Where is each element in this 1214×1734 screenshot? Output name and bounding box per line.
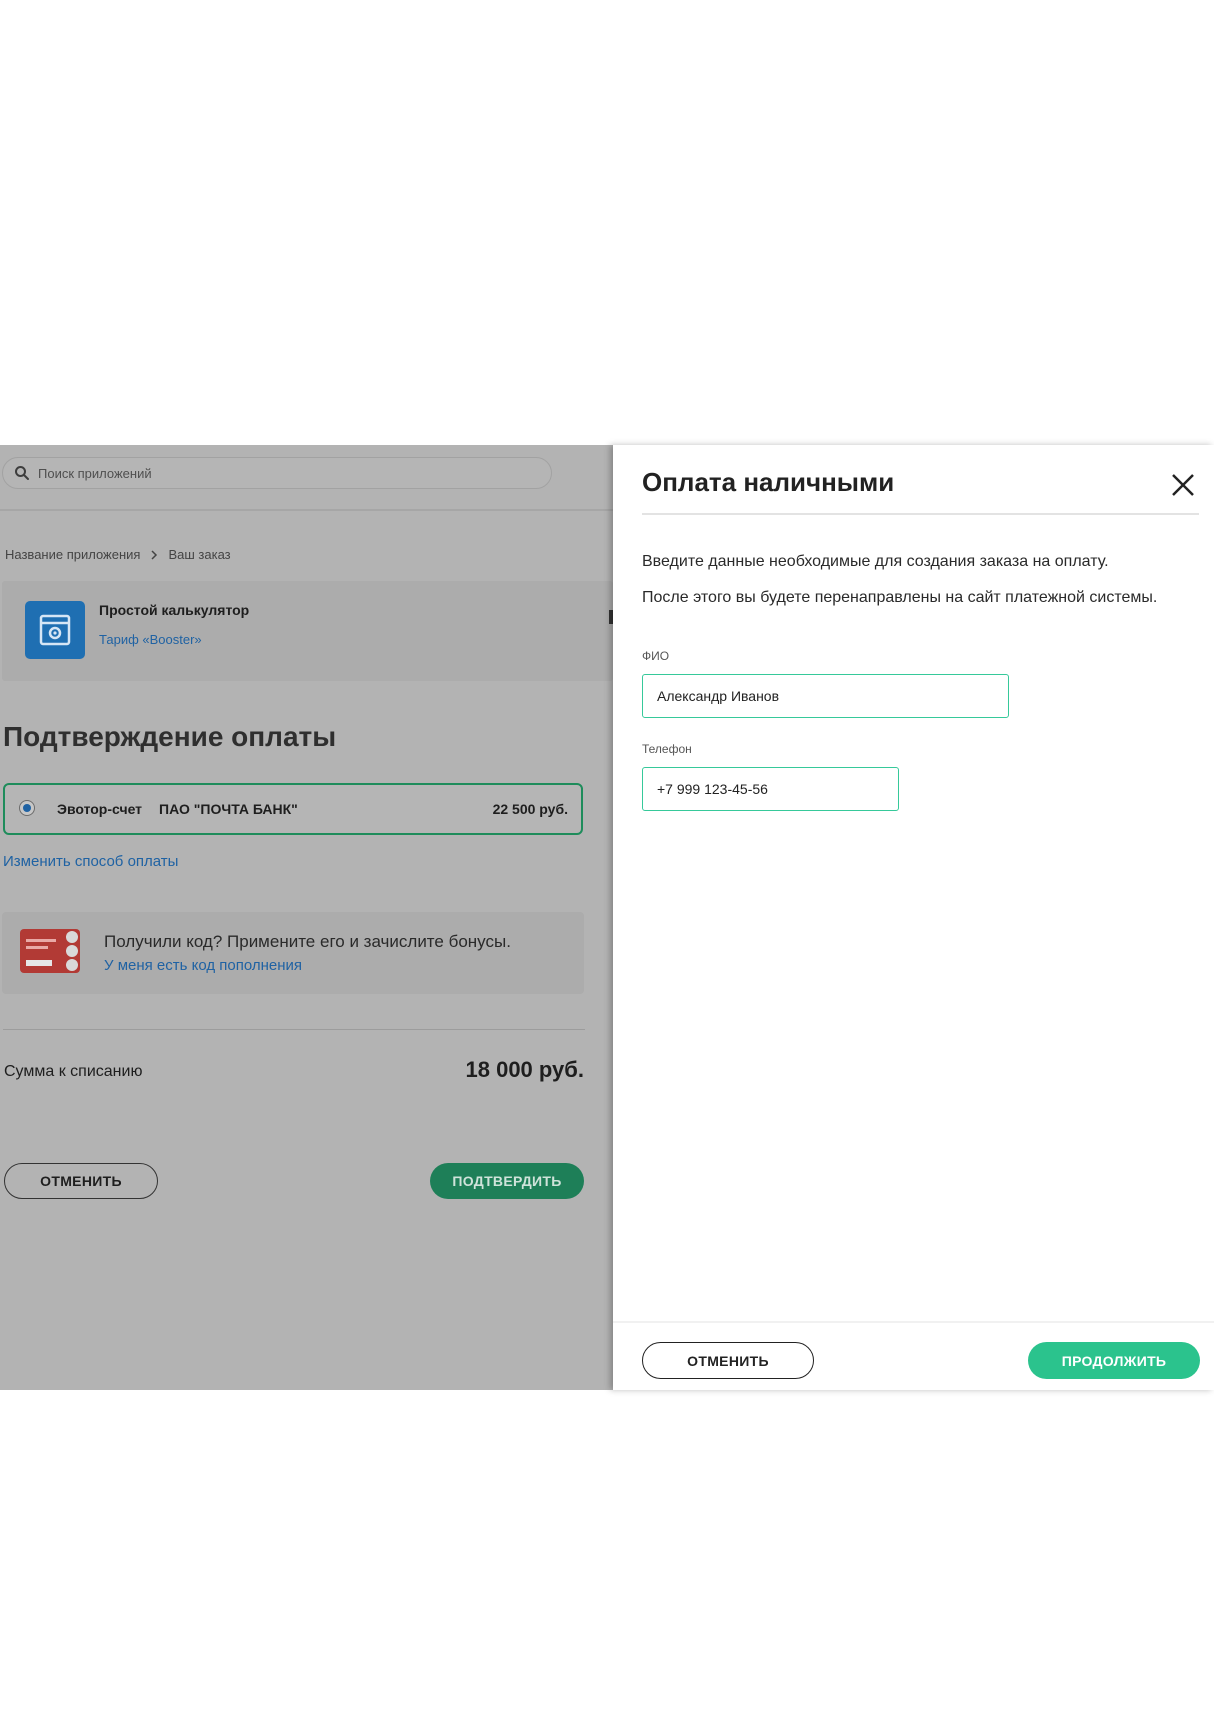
search-icon [15, 466, 29, 480]
breadcrumb-item-order: Ваш заказ [168, 547, 231, 562]
modal-footer-divider [613, 1321, 1214, 1323]
app-card: Простой калькулятор Тариф «Booster» [2, 581, 613, 681]
bonus-code-banner: Получили код? Примените его и зачислите … [2, 912, 584, 994]
payment-method-option[interactable]: Эвотор-счет ПАО "ПОЧТА БАНК" 22 500 руб. [3, 783, 583, 835]
breadcrumb: Название приложения Ваш заказ [5, 547, 231, 562]
bonus-code-link[interactable]: У меня есть код пополнения [104, 957, 302, 974]
payment-method-radio[interactable] [19, 800, 35, 816]
app-name: Простой калькулятор [99, 602, 250, 618]
header-divider [0, 509, 613, 511]
modal-description-2: После этого вы будете перенаправлены на … [642, 589, 1158, 606]
modal-title: Оплата наличными [642, 467, 895, 497]
calculator-app-icon [25, 601, 85, 659]
payment-method-bank: ПАО "ПОЧТА БАНК" [159, 801, 298, 817]
page-title: Подтверждение оплаты [3, 721, 337, 752]
app-tariff-link[interactable]: Тариф «Booster» [99, 632, 202, 647]
close-icon[interactable] [1168, 470, 1198, 500]
gift-card-icon [20, 929, 80, 973]
search-placeholder: Поиск приложений [38, 465, 152, 481]
change-payment-method-link[interactable]: Изменить способ оплаты [3, 853, 178, 870]
phone-field[interactable] [642, 767, 899, 811]
continue-button[interactable]: ПРОДОЛЖИТЬ [1028, 1342, 1200, 1379]
sum-label: Сумма к списанию [4, 1063, 143, 1080]
payment-method-price: 22 500 руб. [492, 801, 568, 817]
phone-label: Телефон [642, 742, 692, 756]
breadcrumb-item-app[interactable]: Название приложения [5, 547, 140, 562]
background-page-overlay: Поиск приложений Название приложения Ваш… [0, 445, 613, 1390]
modal-cancel-button[interactable]: ОТМЕНИТЬ [642, 1342, 814, 1379]
sum-value: 18 000 руб. [465, 1057, 585, 1082]
fio-field[interactable] [642, 674, 1009, 718]
bonus-text: Получили код? Примените его и зачислите … [104, 932, 511, 951]
chevron-right-icon [151, 549, 158, 560]
fio-label: ФИО [642, 649, 670, 663]
modal-header-divider [642, 513, 1199, 515]
cancel-button[interactable]: ОТМЕНИТЬ [4, 1163, 158, 1199]
payment-method-name: Эвотор-счет [57, 801, 143, 817]
divider [3, 1029, 585, 1030]
confirm-button[interactable]: ПОДТВЕРДИТЬ [430, 1163, 584, 1199]
modal-description-1: Введите данные необходимые для создания … [642, 553, 1109, 570]
cash-payment-modal: Оплата наличными Введите данные необходи… [613, 445, 1214, 1390]
search-bar[interactable]: Поиск приложений [2, 457, 552, 489]
screen: Поиск приложений Название приложения Ваш… [0, 445, 1214, 1390]
